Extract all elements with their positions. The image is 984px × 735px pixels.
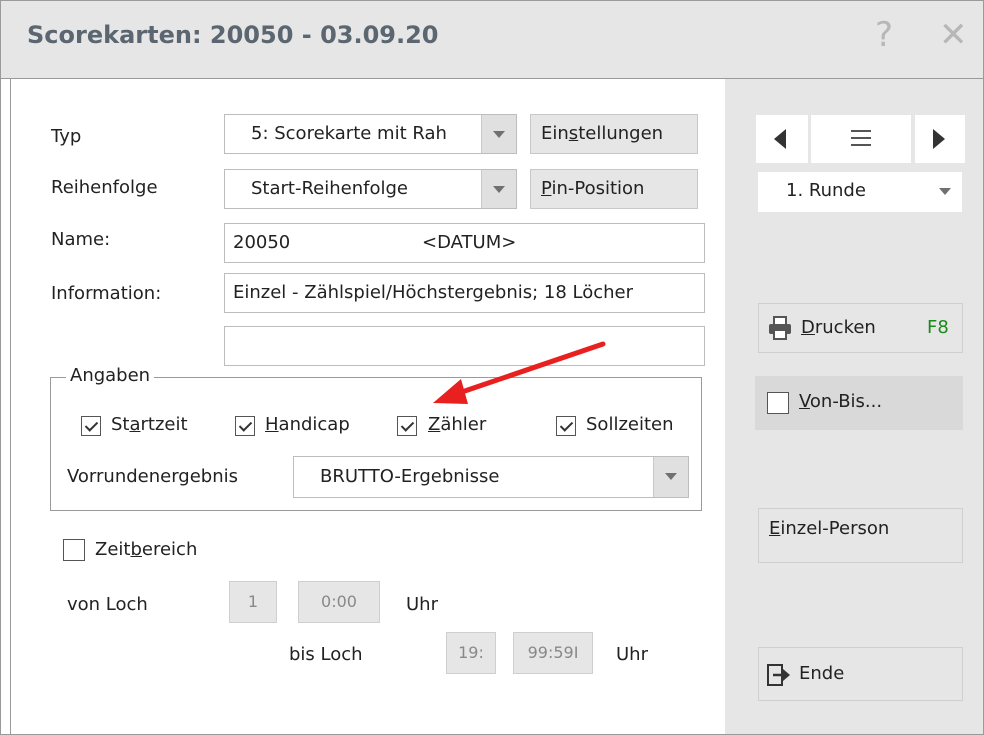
von-bis-label-b: on-Bis...	[809, 391, 883, 412]
startzeit-label-c: rtzeit	[140, 414, 188, 435]
name-date-placeholder: <DATUM>	[422, 232, 517, 253]
typ-label: Typ	[51, 126, 82, 147]
bis-loch-label: bis Loch	[289, 644, 363, 665]
startzeit-label: Startzeit	[111, 414, 188, 435]
pin-position-button[interactable]: Pin-Position	[530, 169, 698, 209]
zaehler-label-b: ähler	[440, 414, 487, 435]
name-value: 20050	[233, 232, 291, 253]
von-bis-label-a: V	[799, 391, 810, 412]
information-input[interactable]: Einzel - Zählspiel/Höchstergebnis; 18 Lö…	[224, 273, 705, 313]
drucken-button[interactable]: Drucken F8	[758, 303, 963, 353]
vorrunden-select-value: BRUTTO-Ergebnisse	[320, 466, 500, 487]
main-panel: Typ 5: Scorekarte mit Rah Einstellungen …	[10, 79, 725, 734]
chevron-down-icon[interactable]	[481, 170, 516, 208]
startzeit-label-b: a	[129, 414, 141, 435]
dialog-window: Scorekarten: 20050 - 03.09.20 ? ✕ Typ 5:…	[0, 0, 984, 735]
von-loch-label: von Loch	[67, 594, 148, 615]
title-bar: Scorekarten: 20050 - 03.09.20 ? ✕	[1, 1, 983, 79]
name-label: Name:	[51, 229, 111, 250]
reihenfolge-label: Reihenfolge	[51, 177, 158, 198]
einzel-person-button[interactable]: Einzel-Person	[758, 508, 963, 563]
einzel-label-a: E	[769, 518, 781, 539]
handicap-label-a: H	[265, 414, 279, 435]
prev-button[interactable]	[756, 115, 808, 163]
zeitbereich-label-b: b	[130, 539, 142, 560]
window-title: Scorekarten: 20050 - 03.09.20	[27, 21, 439, 49]
einzel-person-label: Einzel-Person	[769, 502, 889, 555]
einstellungen-label-a: Ein	[541, 123, 569, 144]
reihenfolge-select[interactable]: Start-Reihenfolge	[224, 169, 517, 209]
von-bis-checkbox[interactable]	[767, 392, 789, 414]
startzeit-checkbox[interactable]	[81, 416, 101, 436]
von-bis-label: Von-Bis...	[799, 376, 882, 428]
sollzeiten-checkbox[interactable]	[556, 416, 576, 436]
einstellungen-label-c: tellungen	[578, 123, 664, 144]
vorrunden-label: Vorrundenergebnis	[67, 466, 239, 487]
drucken-label-a: D	[801, 317, 815, 338]
zeitbereich-label: Zeitbereich	[95, 539, 197, 560]
pin-label-a: P	[541, 178, 552, 199]
arrow-right-icon	[933, 129, 945, 149]
next-button[interactable]	[915, 115, 965, 163]
information-label: Information:	[51, 283, 162, 304]
einstellungen-label-b: s	[568, 123, 579, 144]
close-icon[interactable]: ✕	[939, 15, 968, 55]
drucken-shortcut: F8	[927, 317, 949, 338]
handicap-checkbox[interactable]	[235, 416, 255, 436]
von-time-input[interactable]: 0:00	[298, 581, 380, 623]
printer-icon	[769, 316, 791, 340]
uhr-label-2: Uhr	[616, 644, 648, 665]
bis-time-input[interactable]: 99:59I	[513, 632, 593, 674]
ende-label: Ende	[799, 663, 845, 684]
menu-icon	[851, 130, 871, 146]
chevron-down-icon[interactable]	[653, 457, 688, 497]
handicap-label-b: andicap	[278, 414, 350, 435]
von-loch-input[interactable]: 1	[229, 581, 277, 623]
einstellungen-button[interactable]: Einstellungen	[530, 114, 698, 154]
chevron-down-icon[interactable]	[481, 115, 516, 153]
zaehler-label-a: Z	[428, 414, 441, 435]
pin-label-b: in-Position	[551, 178, 645, 199]
typ-select[interactable]: 5: Scorekarte mit Rah	[224, 114, 517, 154]
zeitbereich-checkbox[interactable]	[63, 539, 85, 561]
sollzeiten-label: Sollzeiten	[586, 414, 674, 435]
startzeit-label-a: St	[111, 414, 130, 435]
information-input-2[interactable]	[224, 326, 705, 366]
von-bis-button[interactable]: Von-Bis...	[755, 376, 963, 430]
zaehler-checkbox[interactable]	[397, 416, 417, 436]
uhr-label-1: Uhr	[406, 594, 438, 615]
typ-select-value: 5: Scorekarte mit Rah	[251, 123, 447, 144]
zeitbereich-label-c: ereich	[141, 539, 198, 560]
drucken-label-b: rucken	[814, 317, 876, 338]
reihenfolge-select-value: Start-Reihenfolge	[251, 178, 408, 199]
side-panel: 1. Runde Drucken F8 Von-Bis... Einzel-Pe…	[725, 79, 983, 734]
vorrunden-select[interactable]: BRUTTO-Ergebnisse	[293, 456, 689, 498]
arrow-left-icon	[774, 129, 786, 149]
drucken-label: Drucken	[801, 304, 876, 352]
menu-button[interactable]	[811, 115, 911, 163]
ende-button[interactable]: Ende	[758, 647, 963, 701]
runde-select[interactable]: 1. Runde	[758, 172, 962, 212]
help-icon[interactable]: ?	[875, 15, 893, 55]
name-input[interactable]: 20050 <DATUM>	[224, 223, 705, 263]
zaehler-label: Zähler	[428, 414, 486, 435]
chevron-down-icon[interactable]	[928, 172, 962, 210]
handicap-label: Handicap	[265, 414, 365, 435]
angaben-group-title: Angaben	[66, 365, 155, 386]
einzel-label-b: inzel-Person	[780, 518, 890, 539]
bis-loch-input[interactable]: 19:	[446, 632, 496, 674]
runde-select-value: 1. Runde	[786, 180, 866, 201]
exit-icon	[767, 664, 790, 686]
zeitbereich-label-a: Zeit	[95, 539, 131, 560]
